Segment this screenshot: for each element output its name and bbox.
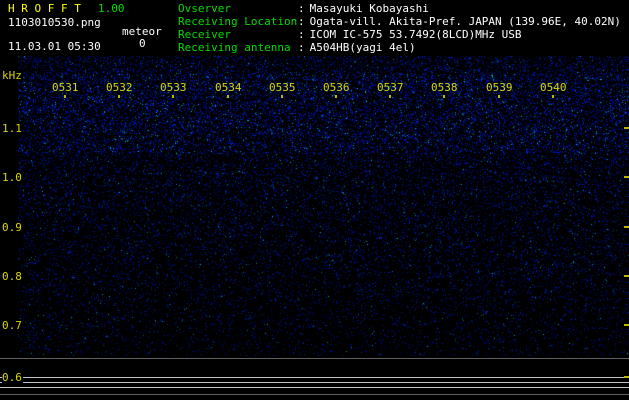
time-tick-label: 0532 <box>106 81 133 94</box>
output-filename: 1103010530.png <box>8 16 101 29</box>
time-tick-label: 0539 <box>486 81 513 94</box>
info-label: Receiving antenna <box>178 41 291 54</box>
hrofft-window: H R O F F T 1.00 1103010530.png meteor 0… <box>0 0 629 400</box>
freq-tick-label: 0.6 <box>2 371 23 384</box>
freq-tick-label: 1.1 <box>2 122 23 135</box>
info-value: A504HB(yagi 4el) <box>309 41 416 54</box>
time-tick-label: 0538 <box>431 81 458 94</box>
info-value: Ogata-vill. Akita-Pref. JAPAN (139.96E, … <box>309 15 621 28</box>
time-tick <box>227 95 229 98</box>
time-tick-label: 0540 <box>540 81 567 94</box>
level-gridline <box>0 358 629 359</box>
freq-tick-right <box>624 324 629 326</box>
info-colon: : <box>298 41 305 54</box>
observation-info: Ovserver : Masayuki Kobayashi Receiving … <box>178 2 621 54</box>
freq-tick-label: 1.0 <box>2 171 23 184</box>
freq-tick-right <box>624 376 629 378</box>
freq-tick-right <box>624 226 629 228</box>
level-baseline <box>0 387 629 388</box>
info-colon: : <box>298 2 305 15</box>
info-label: Ovserver <box>178 2 231 15</box>
info-row-observer: Ovserver : Masayuki Kobayashi <box>178 2 621 15</box>
time-tick <box>172 95 174 98</box>
info-colon: : <box>298 15 305 28</box>
level-baseline <box>0 377 629 378</box>
time-tick-label: 0536 <box>323 81 350 94</box>
time-tick-label: 0537 <box>377 81 404 94</box>
info-row-receiver: Receiver : ICOM IC-575 53.7492(8LCD)MHz … <box>178 28 621 41</box>
time-tick-label: 0535 <box>269 81 296 94</box>
freq-tick-label: 0.8 <box>2 270 23 283</box>
freq-tick-label: 0.7 <box>2 319 23 332</box>
meteor-count: 0 <box>139 37 146 50</box>
freq-tick-right <box>624 127 629 129</box>
time-tick <box>443 95 445 98</box>
level-baseline <box>0 382 629 383</box>
freq-axis-unit: kHz <box>2 69 23 82</box>
app-title: H R O F F T <box>8 2 81 15</box>
info-row-antenna: Receiving antenna : A504HB(yagi 4el) <box>178 41 621 54</box>
freq-tick-right <box>624 275 629 277</box>
time-tick-label: 0531 <box>52 81 79 94</box>
level-gridline <box>0 394 629 395</box>
time-tick <box>64 95 66 98</box>
info-value: Masayuki Kobayashi <box>309 2 429 15</box>
time-tick <box>389 95 391 98</box>
freq-tick-right <box>624 176 629 178</box>
info-label: Receiving Location <box>178 15 298 28</box>
time-tick <box>335 95 337 98</box>
app-version: 1.00 <box>98 2 125 15</box>
spectrogram-canvas <box>18 56 629 356</box>
info-row-location: Receiving Location : Ogata-vill. Akita-P… <box>178 15 621 28</box>
info-value: ICOM IC-575 53.7492(8LCD)MHz USB <box>309 28 522 41</box>
time-tick <box>498 95 500 98</box>
time-tick-label: 0534 <box>215 81 242 94</box>
time-tick <box>552 95 554 98</box>
info-colon: : <box>298 28 305 41</box>
time-tick-label: 0533 <box>160 81 187 94</box>
freq-tick-label: 0.9 <box>2 221 23 234</box>
info-label: Receiver <box>178 28 231 41</box>
time-tick <box>281 95 283 98</box>
time-tick <box>118 95 120 98</box>
timestamp: 11.03.01 05:30 <box>8 40 101 53</box>
